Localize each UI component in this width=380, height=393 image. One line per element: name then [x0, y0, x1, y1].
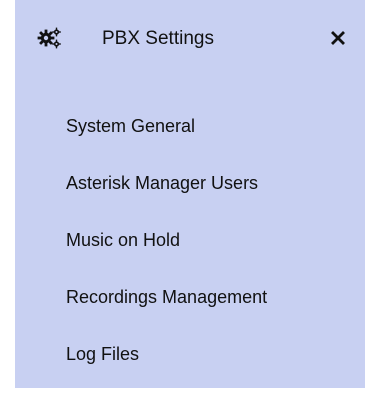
pbx-settings-panel: PBX Settings System General Asterisk Man…	[15, 0, 365, 388]
menu-item-label: Music on Hold	[66, 230, 181, 250]
menu-item-label: Log Files	[66, 344, 140, 364]
menu-item-system-general[interactable]: System General	[66, 108, 267, 165]
menu-item-label: System General	[66, 116, 196, 136]
menu-item-label: Asterisk Manager Users	[66, 173, 259, 193]
menu-item-label: Recordings Management	[66, 287, 268, 307]
gear-icon	[37, 27, 61, 49]
menu-item-music-on-hold[interactable]: Music on Hold	[66, 222, 267, 279]
menu-item-recordings-management[interactable]: Recordings Management	[66, 279, 267, 336]
settings-menu: System General Asterisk Manager Users Mu…	[66, 108, 267, 393]
menu-item-asterisk-manager-users[interactable]: Asterisk Manager Users	[66, 165, 267, 222]
panel-title: PBX Settings	[102, 28, 214, 49]
panel-header: PBX Settings	[15, 0, 365, 80]
menu-item-log-files[interactable]: Log Files	[66, 336, 267, 393]
close-icon[interactable]	[329, 29, 347, 47]
